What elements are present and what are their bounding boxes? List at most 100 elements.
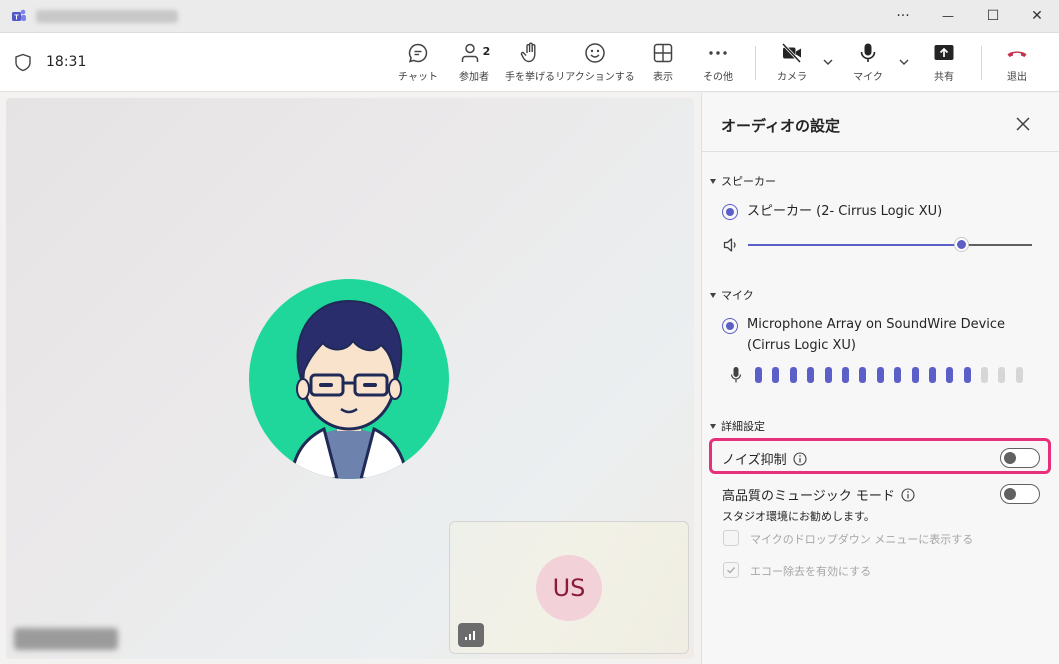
close-panel-icon[interactable] [1014, 115, 1032, 133]
mic-level-bar [963, 367, 971, 383]
echo-cancel-label: エコー除去を有効にする [750, 565, 872, 578]
mic-level-bar [1015, 367, 1023, 383]
more-label: その他 [703, 72, 733, 83]
maximize-button[interactable]: ☐ [971, 0, 1015, 32]
mic-device-radio[interactable] [722, 318, 738, 334]
music-mode-description: スタジオ環境にお勧めします。 [722, 510, 875, 523]
video-stage: US [6, 98, 694, 659]
music-mode-toggle[interactable] [1000, 484, 1040, 504]
view-label: 表示 [653, 72, 673, 83]
mic-section-label: マイク [721, 289, 754, 302]
noise-suppression-toggle[interactable] [1000, 448, 1040, 468]
raise-hand-button[interactable]: 手を挙げる [498, 41, 562, 87]
share-label: 共有 [934, 72, 954, 83]
panel-title: オーディオの設定 [721, 117, 840, 135]
microphone-icon [860, 43, 876, 62]
mic-level-bar [981, 367, 989, 383]
caret-down-icon [710, 178, 716, 184]
advanced-section-toggle[interactable]: 詳細設定 [710, 418, 765, 434]
minimize-button[interactable]: — [926, 0, 970, 32]
chat-button[interactable]: チャット [386, 41, 450, 87]
camera-options-chevron-icon[interactable] [821, 55, 835, 69]
speaker-volume-icon [723, 238, 736, 252]
reactions-button[interactable]: リアクションする [555, 41, 635, 87]
camera-label: カメラ [777, 72, 807, 83]
audio-settings-panel: オーディオの設定 スピーカー スピーカー (2- Cirrus Logic XU… [701, 93, 1059, 664]
window-title-blurred [36, 10, 178, 23]
show-in-mic-dropdown-checkbox[interactable] [723, 530, 739, 546]
raise-hand-label: 手を挙げる [505, 72, 555, 83]
echo-cancel-checkbox[interactable] [723, 562, 739, 578]
toolbar-divider [981, 46, 982, 80]
shield-icon [15, 53, 31, 72]
meeting-time: 18:31 [46, 54, 87, 70]
advanced-section-label: 詳細設定 [721, 420, 765, 433]
slider-fill [748, 244, 961, 246]
mic-level-bar [894, 367, 902, 383]
speaker-section-toggle[interactable]: スピーカー [710, 173, 776, 189]
info-icon[interactable] [901, 488, 915, 502]
mic-level-bar [911, 367, 919, 383]
hand-icon [520, 42, 536, 63]
participant-avatar [249, 279, 449, 479]
speaker-device-label: スピーカー (2- Cirrus Logic XU) [747, 204, 943, 219]
mic-options-chevron-icon[interactable] [897, 55, 911, 69]
mic-level-bar [789, 367, 797, 383]
call-health-button[interactable] [458, 623, 484, 647]
music-mode-label: 高品質のミュージック モード [722, 489, 895, 504]
meeting-toolbar: 18:31 チャット 2 参加者 手を挙げる リアクションする 表示 その他 カ… [0, 33, 1059, 92]
more-button[interactable]: その他 [686, 41, 750, 87]
signal-bars-icon [465, 631, 475, 640]
participant-name-blurred [14, 628, 118, 650]
info-icon[interactable] [793, 452, 807, 466]
mic-section-toggle[interactable]: マイク [710, 287, 754, 303]
caret-down-icon [710, 423, 716, 429]
self-video-tile[interactable]: US [449, 521, 689, 654]
mic-level-bar [772, 367, 780, 383]
participants-label: 参加者 [459, 72, 489, 83]
participants-button[interactable]: 2 参加者 [442, 41, 506, 87]
participants-count: 2 [482, 44, 491, 58]
svg-text:T: T [14, 15, 19, 22]
toolbar-divider [755, 46, 756, 80]
teams-logo-icon: T [12, 9, 26, 22]
chat-label: チャット [398, 72, 438, 83]
mic-level-bar [755, 367, 762, 383]
mic-device-label: Microphone Array on SoundWire Device (Ci… [747, 317, 1006, 353]
mic-level-bar [876, 367, 884, 383]
leave-button[interactable]: 退出 [985, 41, 1049, 87]
noise-suppression-row: ノイズ抑制 [722, 449, 807, 468]
slider-thumb[interactable] [955, 238, 968, 251]
close-window-button[interactable]: ✕ [1015, 0, 1059, 32]
more-options-icon[interactable]: ··· [881, 0, 925, 32]
mic-button[interactable]: マイク [836, 41, 900, 87]
mic-label: マイク [853, 72, 883, 83]
speaker-volume-slider[interactable] [748, 238, 1032, 251]
mic-level-bar [841, 367, 849, 383]
noise-suppression-label: ノイズ抑制 [722, 453, 787, 468]
camera-off-icon [781, 42, 802, 64]
chat-icon [408, 43, 428, 63]
share-screen-icon [934, 45, 954, 60]
share-button[interactable]: 共有 [912, 41, 976, 87]
more-dots-icon [709, 51, 727, 55]
mic-level-bar [998, 367, 1006, 383]
smiley-icon [585, 43, 605, 63]
mic-level-bar [946, 367, 954, 383]
speaker-section-label: スピーカー [721, 175, 776, 188]
music-mode-row: 高品質のミュージック モード [722, 485, 915, 504]
avatar-illustration-icon [289, 299, 409, 479]
show-in-mic-dropdown-label: マイクのドロップダウン メニューに表示する [750, 533, 974, 546]
mic-level-bar [928, 367, 936, 383]
camera-button[interactable]: カメラ [760, 41, 824, 87]
title-bar: T ··· — ☐ ✕ [0, 0, 1059, 33]
speaker-device-radio[interactable] [722, 204, 738, 220]
leave-label: 退出 [1007, 72, 1027, 83]
reactions-label: リアクションする [555, 72, 635, 83]
hang-up-icon [1007, 51, 1027, 57]
self-avatar: US [536, 555, 602, 621]
grid-view-icon [653, 43, 673, 63]
mic-level-icon [730, 367, 742, 383]
checkmark-icon [727, 567, 736, 574]
mic-level-meter [755, 367, 1023, 383]
